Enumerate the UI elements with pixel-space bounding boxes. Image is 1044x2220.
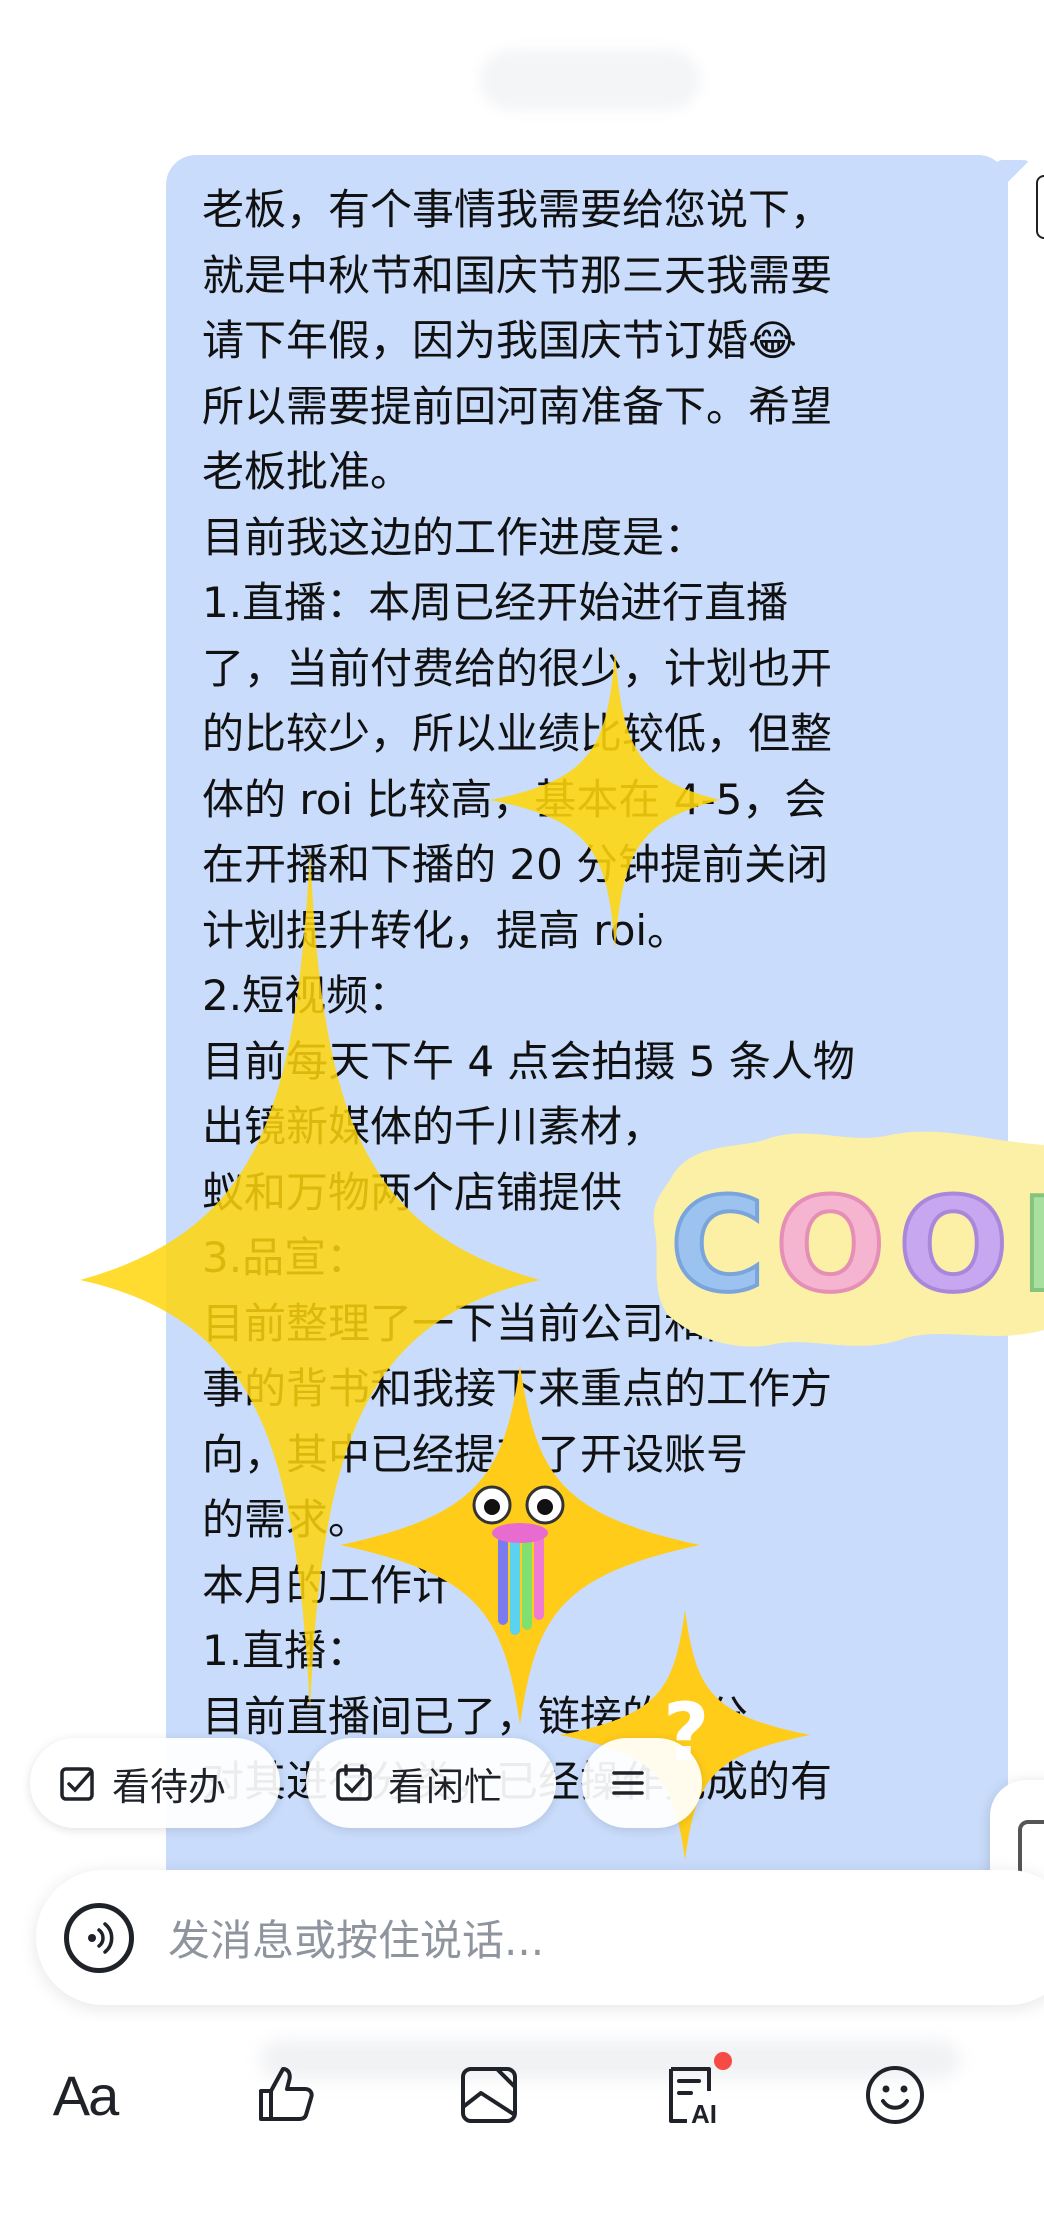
- message-line: 目前每天下午 4 点会拍摄 5 条人物: [202, 1036, 855, 1086]
- message-line: 体的 roi 比较高，基本在 4-5，会: [202, 774, 827, 824]
- todo-chip[interactable]: 看待办: [30, 1738, 280, 1828]
- message-input-bar[interactable]: 发消息或按住说话...: [36, 1870, 1044, 2005]
- message-line: 在开播和下播的 20 分钟提前关闭: [202, 840, 829, 889]
- message-bubble[interactable]: 老板，有个事情我需要给您说下， 就是中秋节和国庆节那三天我需要 请下年假，因为我国庆…: [166, 155, 1008, 1875]
- bottom-toolbar: Aa AI: [0, 2050, 1044, 2170]
- image-icon[interactable]: [444, 2050, 534, 2140]
- voice-icon[interactable]: [64, 1902, 134, 1973]
- message-line: 就是中秋节和国庆节那三天我需要: [202, 250, 833, 300]
- message-line: 1.直播：: [202, 1626, 369, 1675]
- availability-chip-label: 看闲忙: [388, 1764, 503, 1809]
- message-line: 蚁和万物两个店铺提供: [202, 1167, 623, 1217]
- message-line: 3.品宣：: [202, 1233, 369, 1282]
- chat-screen: 老板，有个事情我需要给您说下， 就是中秋节和国庆节那三天我需要 请下年假，因为我国庆…: [0, 0, 1044, 2220]
- message-line: 了，当前付费给的很少，计划也开: [202, 643, 833, 693]
- font-format-label: Aa: [52, 2063, 119, 2127]
- status-area-blur: [480, 50, 700, 110]
- message-line: 计划提升转化，提高 roi。: [202, 905, 690, 955]
- todo-chip-label: 看待办: [112, 1764, 227, 1809]
- message-line: 目前整理了一下当前公司和品牌故: [202, 1298, 833, 1348]
- message-line: 的比较少，所以业绩比较低，但整: [202, 709, 833, 758]
- message-line: 本月的工作计: [202, 1560, 455, 1610]
- font-format-icon[interactable]: Aa: [40, 2050, 130, 2140]
- svg-text:AI: AI: [691, 2099, 717, 2127]
- menu-icon: [612, 1771, 644, 1795]
- message-line: 的需求。: [202, 1495, 371, 1544]
- message-line: 请下年假，因为我国庆节订婚😂: [202, 316, 798, 365]
- quick-actions: 看待办 看闲忙: [30, 1738, 1044, 1828]
- message-line: 老板，有个事情我需要给您说下，: [202, 185, 833, 234]
- ai-compose-icon[interactable]: AI: [648, 2050, 738, 2140]
- message-line: 1.直播：本周已经开始进行直播: [202, 578, 789, 627]
- message-input[interactable]: 发消息或按住说话...: [168, 1907, 544, 1968]
- availability-chip[interactable]: 看闲忙: [306, 1738, 556, 1828]
- cool-letter-l: L: [1020, 1169, 1044, 1321]
- thumbs-up-icon[interactable]: [240, 2050, 330, 2140]
- message-line: 老板批准。: [202, 447, 413, 496]
- checkbox-icon: [60, 1767, 94, 1801]
- message-line: 向，其中已经提交了开设账号: [202, 1429, 749, 1479]
- more-chip[interactable]: [582, 1738, 702, 1828]
- message-text: 老板，有个事情我需要给您说下， 就是中秋节和国庆节那三天我需要 请下年假，因为我国庆…: [202, 177, 992, 1815]
- emoji-icon[interactable]: [850, 2050, 940, 2140]
- message-line: 出镜新媒体的千川素材，: [202, 1102, 665, 1151]
- message-line: 目前我这边的工作进度是：: [202, 512, 707, 562]
- message-line: 所以需要提前回河南准备下。希望: [202, 381, 833, 431]
- cut-off-avatar: [1036, 175, 1044, 239]
- calendar-check-icon: [336, 1764, 372, 1801]
- ai-badge-dot: [714, 2052, 732, 2070]
- message-line: 2.短视频：: [202, 971, 411, 1020]
- message-line: 事的背书和我接下来重点的工作方: [202, 1364, 833, 1413]
